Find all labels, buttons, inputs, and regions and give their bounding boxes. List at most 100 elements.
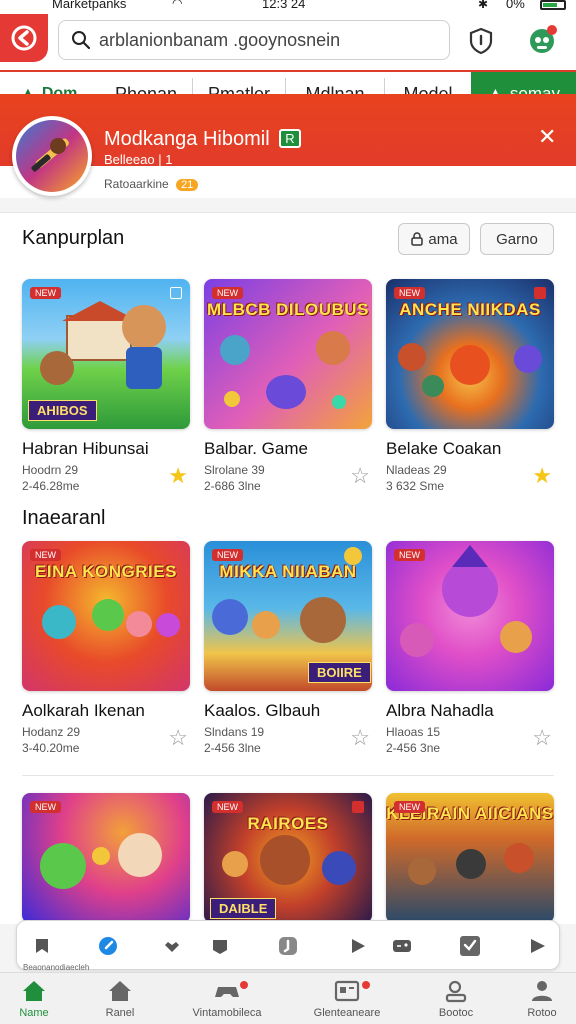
- game-thumbnail: KLEIRAIN AIICIANS NEW: [386, 793, 554, 923]
- nav-label: Bootoc: [438, 1007, 474, 1019]
- game-card[interactable]: EINA KONGRIES NEW Aolkarah Ikenan Hodanz…: [22, 541, 190, 755]
- star-outline-icon[interactable]: ☆: [350, 725, 370, 751]
- shield-button[interactable]: [464, 24, 498, 58]
- nav-item-home[interactable]: Name: [0, 979, 79, 1019]
- lock-icon: [411, 232, 424, 246]
- quick-action-8[interactable]: [457, 933, 483, 959]
- nav-label: Name: [19, 1007, 49, 1019]
- back-button[interactable]: [0, 14, 48, 62]
- filter-chip-2-label: Garno: [496, 230, 538, 248]
- nav-item-5[interactable]: Bootoc: [411, 979, 501, 1019]
- shield-check-icon: [279, 937, 297, 955]
- game-size: 3 632 Sme: [386, 479, 445, 493]
- game-title: Belake Coakan: [386, 439, 502, 458]
- star-icon[interactable]: ★: [168, 463, 188, 489]
- game-size: 3-40.20me: [22, 741, 80, 755]
- heart-icon: [165, 942, 179, 952]
- game-thumbnail: NEW: [386, 541, 554, 691]
- promo-title: Modkanga Hibomil R: [104, 128, 301, 151]
- game-headline: EINA KONGRIES: [35, 562, 177, 581]
- bookmark-icon: [352, 801, 364, 813]
- game-subtitle: Slndans 19: [204, 725, 265, 739]
- download-check-icon: [460, 936, 480, 956]
- filter-chip-1[interactable]: ama: [398, 223, 470, 255]
- notification-dot: [362, 981, 370, 989]
- star-outline-icon[interactable]: ☆: [350, 463, 370, 489]
- battery-percent: 0%: [506, 0, 525, 11]
- promo-banner[interactable]: Modkanga Hibomil R Belleeao | 1 Ratoaark…: [0, 94, 576, 198]
- search-box[interactable]: [58, 20, 450, 60]
- status-bar: Marketpanks ◠ 12:3 24 ✱ 0%: [0, 0, 576, 14]
- bottom-navigation: Name Ranel Vintamobileca Glenteaneare Bo…: [0, 972, 576, 1024]
- game-card[interactable]: KLEIRAIN AIICIANS NEW: [386, 793, 554, 923]
- game-card[interactable]: MLBCB DILOUBUS NEW Balbar. Game Slrolane…: [204, 279, 372, 493]
- quick-action-9[interactable]: [525, 933, 551, 959]
- quickbar-label: Beaonanodiaecleh: [23, 963, 90, 972]
- quick-action-7[interactable]: [389, 933, 415, 959]
- star-icon[interactable]: ★: [532, 463, 552, 489]
- game-title: Aolkarah Ikenan: [22, 701, 145, 720]
- gamepad-icon: [393, 940, 411, 952]
- game-title: Balbar. Game: [204, 439, 308, 458]
- game-thumbnail: ANCHE NIIKDAS NEW: [386, 279, 554, 429]
- game-card[interactable]: MIKKA NIIABAN NEW BOIIRE Kaalos. Glbauh …: [204, 541, 372, 755]
- game-tag: NEW: [30, 549, 61, 561]
- quick-action-1[interactable]: [29, 933, 55, 959]
- nav-item-4[interactable]: Glenteaneare: [302, 979, 392, 1019]
- game-title: Habran Hibunsai: [22, 439, 149, 458]
- game-headline: ANCHE NIIKDAS: [399, 300, 541, 319]
- promo-meta: Ratoaarkine 21: [104, 177, 199, 191]
- promo-badge: R: [279, 129, 301, 148]
- star-outline-icon[interactable]: ☆: [168, 725, 188, 751]
- game-subtitle: Hoodrn 29: [22, 463, 79, 477]
- game-headline: MIKKA NIIABAN: [219, 562, 357, 581]
- person-icon: [532, 981, 552, 1001]
- promo-pill: 21: [176, 179, 199, 191]
- quick-action-2[interactable]: [95, 933, 121, 959]
- nav-item-3[interactable]: Vintamobileca: [182, 979, 272, 1019]
- wifi-icon: ◠: [172, 0, 183, 10]
- game-thumbnail: NEW AHIBOS: [22, 279, 190, 429]
- game-card[interactable]: ANCHE NIIKDAS NEW Belake Coakan Nladeas …: [386, 279, 554, 493]
- bookmark-icon: [170, 287, 182, 299]
- game-tag: NEW: [212, 801, 243, 813]
- game-thumbnail: NEW: [22, 793, 190, 923]
- game-subtitle: Slrolane 39: [204, 463, 265, 477]
- quick-action-5[interactable]: [275, 933, 301, 959]
- game-tag: NEW: [30, 287, 61, 299]
- nav-item-6[interactable]: Rotoo: [497, 979, 576, 1019]
- star-outline-icon[interactable]: ☆: [532, 725, 552, 751]
- game-subtitle: Hlaoas 15: [386, 725, 441, 739]
- profile-card-icon: [445, 980, 467, 1003]
- game-thumbnail: EINA KONGRIES NEW: [22, 541, 190, 691]
- game-title: Kaalos. Glbauh: [204, 701, 321, 720]
- quick-action-4[interactable]: [207, 933, 233, 959]
- game-size: 2-456 3lne: [204, 741, 261, 755]
- game-size: 2-686 3lne: [204, 479, 261, 493]
- game-subtitle: Hodanz 29: [22, 725, 81, 739]
- filter-chip-2[interactable]: Garno: [480, 223, 554, 255]
- profile-avatar-button[interactable]: [524, 22, 560, 58]
- quick-action-6[interactable]: [345, 933, 371, 959]
- game-tag: NEW: [212, 549, 243, 561]
- nav-label: Ranel: [105, 1007, 135, 1019]
- top-bar: [0, 14, 576, 70]
- quick-action-3[interactable]: [159, 933, 185, 959]
- game-card[interactable]: NEW: [22, 793, 190, 923]
- nav-item-2[interactable]: Ranel: [75, 979, 165, 1019]
- close-icon[interactable]: ✕: [538, 124, 556, 150]
- game-card[interactable]: RAIROES NEW DAIBLE: [204, 793, 372, 923]
- game-banner-text: BOIIRE: [308, 662, 371, 683]
- section-title: Kanpurplan: [22, 227, 125, 249]
- game-title: Albra Nahadla: [386, 701, 494, 720]
- search-input[interactable]: [99, 29, 429, 51]
- game-tag: NEW: [212, 287, 243, 299]
- game-thumbnail: RAIROES NEW DAIBLE: [204, 793, 372, 923]
- bookmark-icon: [534, 287, 546, 299]
- game-thumbnail: MLBCB DILOUBUS NEW: [204, 279, 372, 429]
- game-card[interactable]: NEW AHIBOS Habran Hibunsai Hoodrn 29 2-4…: [22, 279, 190, 493]
- content-area: Kanpurplan ama Garno NEW AHIBOS Habran H…: [0, 212, 576, 924]
- game-card[interactable]: NEW Albra Nahadla Hlaoas 15 2-456 3ne ☆: [386, 541, 554, 755]
- game-tag: NEW: [394, 287, 425, 299]
- nav-label: Glenteaneare: [313, 1007, 381, 1019]
